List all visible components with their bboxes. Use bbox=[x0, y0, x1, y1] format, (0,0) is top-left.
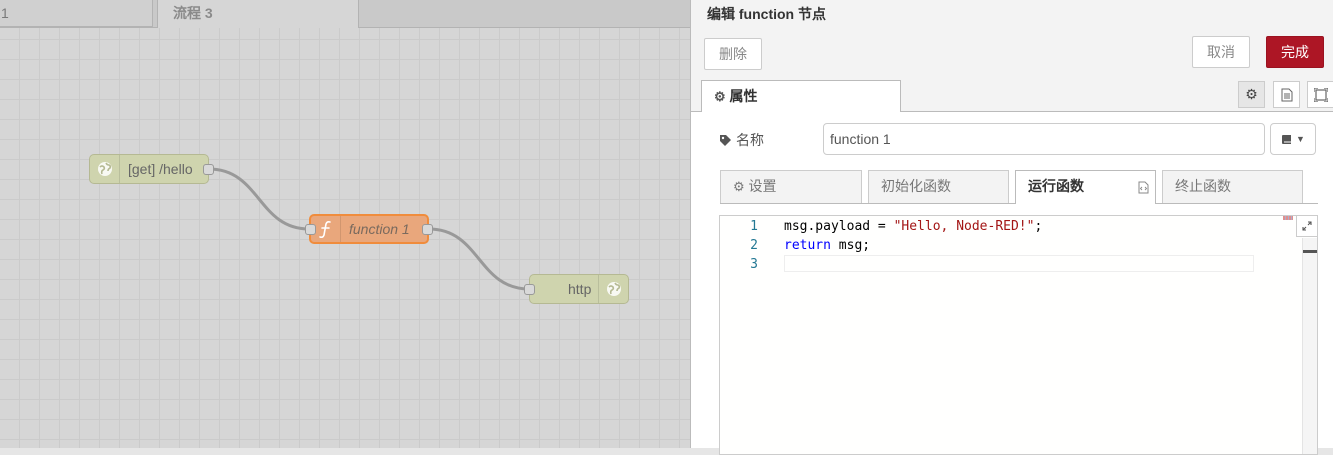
http-in-node-label: [get] /hello bbox=[128, 161, 193, 177]
name-label-text: 名称 bbox=[736, 132, 764, 148]
tray-header: 编辑 function 节点 bbox=[691, 0, 1333, 30]
gear-icon: ⚙ bbox=[1245, 86, 1258, 102]
code-file-icon bbox=[1138, 181, 1149, 194]
scroll-thumb[interactable] bbox=[1303, 250, 1317, 253]
tab-setup-label: 设置 bbox=[748, 178, 777, 194]
frame-icon bbox=[1313, 87, 1328, 102]
line-number: 3 bbox=[750, 257, 758, 272]
description-tab-button[interactable] bbox=[1273, 81, 1300, 108]
tray-tabs-row: ⚙ 属性 ⚙ bbox=[691, 77, 1333, 112]
tab-properties[interactable]: ⚙ 属性 bbox=[701, 80, 901, 112]
name-dropdown-button[interactable]: ▼ bbox=[1270, 123, 1316, 155]
code-keyword: return bbox=[784, 238, 831, 253]
tab-flow-1[interactable]: 1 bbox=[0, 0, 153, 27]
code-text: msg.payload = "Hello, Node-RED!"; bbox=[784, 217, 1042, 236]
code-punct: ; bbox=[1034, 219, 1043, 234]
function-sub-tabs: ⚙ 设置 初始化函数 运行函数 终止函数 bbox=[720, 170, 1318, 204]
tab-on-message-label: 运行函数 bbox=[1028, 178, 1084, 194]
http-in-output-port[interactable] bbox=[203, 164, 214, 175]
code-rest: msg; bbox=[830, 238, 871, 253]
done-button[interactable]: 完成 bbox=[1266, 36, 1324, 68]
http-response-node[interactable]: http bbox=[524, 274, 629, 304]
code-ident: msg.payload = bbox=[784, 219, 894, 234]
function-node-label: function 1 bbox=[349, 221, 410, 237]
line-number: 1 bbox=[750, 219, 758, 234]
tab-properties-label: 属性 bbox=[729, 88, 758, 104]
http-in-node-icon-box bbox=[90, 155, 120, 183]
tab-on-stop-label: 终止函数 bbox=[1175, 178, 1231, 194]
flow-workspace: 1 流程 3 [get] /hello function 1 http bbox=[0, 0, 690, 448]
tray-title: 编辑 function 节点 bbox=[707, 6, 826, 22]
tab-flow-3[interactable]: 流程 3 bbox=[157, 0, 359, 28]
name-input[interactable] bbox=[823, 123, 1265, 155]
code-text: return msg; bbox=[784, 236, 870, 255]
tag-icon bbox=[720, 134, 731, 146]
line-number: 2 bbox=[750, 238, 758, 253]
caret-down-icon: ▼ bbox=[1296, 134, 1305, 144]
function-node[interactable]: function 1 bbox=[305, 214, 433, 244]
cancel-button[interactable]: 取消 bbox=[1192, 36, 1250, 68]
expand-icon bbox=[1302, 221, 1312, 231]
tab-on-stop[interactable]: 终止函数 bbox=[1162, 170, 1303, 203]
delete-button[interactable]: 删除 bbox=[704, 38, 762, 70]
gear-icon: ⚙ bbox=[733, 179, 745, 194]
workspace-tab-bar: 1 流程 3 bbox=[0, 0, 690, 28]
code-string: "Hello, Node-RED!" bbox=[893, 219, 1035, 234]
editor-minimap bbox=[1283, 216, 1293, 220]
editor-scrollbar[interactable] bbox=[1302, 238, 1317, 454]
code-editor[interactable]: 1 msg.payload = "Hello, Node-RED!"; 2 re… bbox=[719, 215, 1318, 455]
http-response-input-port[interactable] bbox=[524, 284, 535, 295]
settings-tab-button[interactable]: ⚙ bbox=[1238, 81, 1265, 108]
expand-editor-button[interactable] bbox=[1296, 215, 1318, 237]
tab-on-start-label: 初始化函数 bbox=[881, 178, 951, 194]
function-input-port[interactable] bbox=[305, 224, 316, 235]
tab-on-start[interactable]: 初始化函数 bbox=[868, 170, 1009, 203]
edit-tray: 编辑 function 节点 删除 取消 完成 ⚙ 属性 ⚙ 名称 functi… bbox=[690, 0, 1333, 455]
globe-icon bbox=[97, 162, 112, 176]
function-icon bbox=[318, 220, 331, 239]
current-line-highlight bbox=[784, 255, 1254, 272]
name-label: 名称 bbox=[719, 130, 764, 150]
code-line: 1 msg.payload = "Hello, Node-RED!"; bbox=[720, 217, 1280, 236]
http-response-node-icon-box bbox=[598, 275, 628, 303]
tray-toolbar: 删除 取消 完成 bbox=[691, 29, 1333, 78]
gear-icon: ⚙ bbox=[714, 89, 726, 104]
document-icon bbox=[1281, 88, 1292, 101]
tab-setup[interactable]: ⚙ 设置 bbox=[720, 170, 862, 203]
globe-icon bbox=[606, 282, 621, 296]
code-line: 2 return msg; bbox=[720, 236, 1280, 255]
book-icon bbox=[1282, 134, 1292, 144]
tab-on-message[interactable]: 运行函数 bbox=[1015, 170, 1156, 204]
http-response-node-label: http bbox=[568, 281, 592, 297]
http-in-node[interactable]: [get] /hello bbox=[89, 154, 214, 184]
function-output-port[interactable] bbox=[422, 224, 433, 235]
appearance-tab-button[interactable] bbox=[1307, 81, 1333, 108]
